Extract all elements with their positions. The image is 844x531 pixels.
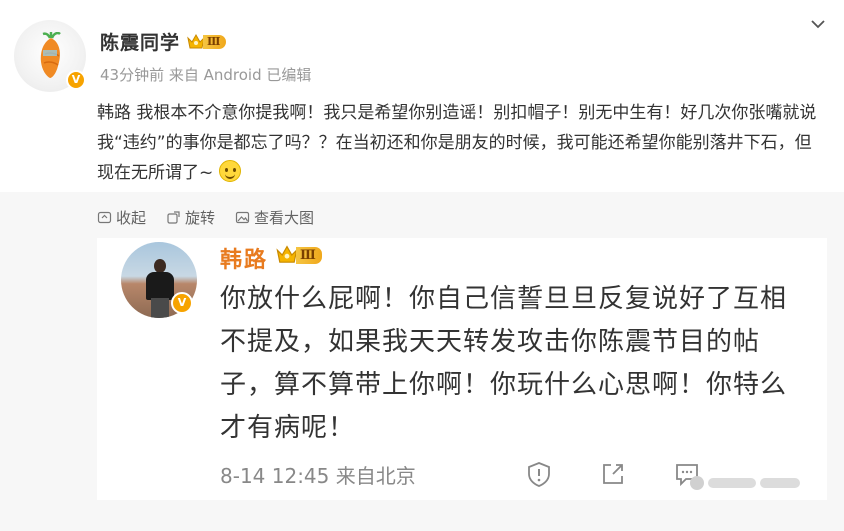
carrot-avatar-image — [40, 32, 61, 78]
collapse-icon — [97, 211, 112, 224]
embedded-actions — [525, 460, 701, 488]
person-head — [154, 259, 166, 273]
image-toolbar: 收起 旋转 查看大图 — [97, 207, 314, 228]
embedded-post-meta: 8-14 12:45 来自北京 — [220, 464, 416, 488]
image-icon — [235, 211, 250, 224]
watermark-bar — [760, 478, 800, 488]
embedded-author-name: 韩路 — [220, 248, 269, 273]
view-large-label: 查看大图 — [254, 209, 315, 227]
post-text: 韩路 我根本不介意你提我啊！我只是希望你别造谣！别扣帽子！别无中生有！好几次你张… — [97, 98, 827, 188]
rank-level: Ⅲ — [203, 35, 227, 49]
view-large-button[interactable]: 查看大图 — [235, 207, 314, 228]
post-meta: 43分钟前 来自 Android 已编辑 — [100, 66, 312, 84]
smile-emoji-icon — [218, 160, 241, 182]
watermark-bar — [708, 478, 756, 488]
author-avatar[interactable]: V — [14, 20, 86, 92]
weibo-watermark — [690, 470, 820, 496]
embedded-verified-badge: V — [171, 292, 193, 314]
embedded-post-text: 你放什么屁啊！你自己信誓旦旦反复说好了互相不提及，如果我天天转发攻击你陈震节目的… — [220, 284, 788, 443]
embedded-rank-badge: Ⅲ — [275, 245, 322, 264]
weibo-post: V 陈震同学 Ⅲ 43分钟前 来自 Android 已编辑 韩路 我根本不介意你… — [0, 0, 844, 531]
embedded-rank-level: Ⅲ — [296, 246, 322, 264]
user-rank-badge[interactable]: Ⅲ — [186, 33, 227, 51]
collapse-button[interactable]: 收起 — [97, 207, 146, 228]
collapse-label: 收起 — [116, 209, 147, 227]
person-body — [146, 272, 174, 300]
watermark-logo-icon — [690, 476, 704, 490]
rotate-label: 旋转 — [185, 209, 216, 227]
share-icon — [603, 464, 623, 484]
post-body: 韩路 我根本不介意你提我啊！我只是希望你别造谣！别扣帽子！别无中生有！好几次你张… — [97, 103, 817, 183]
person-legs — [151, 298, 169, 318]
rotate-icon — [167, 211, 180, 224]
rotate-button[interactable]: 旋转 — [166, 207, 215, 228]
chevron-down-icon[interactable] — [808, 14, 828, 34]
verified-badge: V — [66, 70, 86, 90]
embedded-screenshot[interactable]: V 韩路 Ⅲ 你放什么屁啊！你自己信誓旦旦反复说好了互相不提及，如果我天天转发攻… — [97, 238, 827, 500]
author-name[interactable]: 陈震同学 — [100, 28, 180, 55]
report-icon — [528, 462, 550, 487]
